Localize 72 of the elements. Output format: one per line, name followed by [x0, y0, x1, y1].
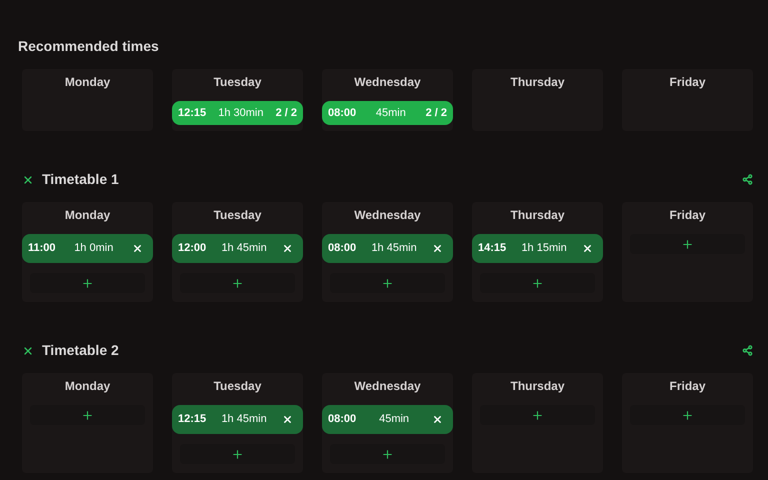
timetable-slot[interactable]: 14:15 1h 15min: [472, 234, 603, 263]
remove-slot-button[interactable]: [432, 243, 443, 254]
remove-slot-button[interactable]: [432, 414, 443, 425]
day-name: Wednesday: [353, 207, 422, 224]
slot-duration: 45min: [379, 412, 410, 428]
day-name: Wednesday: [353, 74, 422, 91]
day-name: Monday: [64, 74, 112, 91]
day-name: Friday: [668, 74, 706, 91]
plus-icon: [681, 408, 694, 422]
slot-time: 14:15: [478, 241, 506, 256]
timetable-slot[interactable]: 08:00 1h 45min: [322, 234, 453, 263]
remove-slot-button[interactable]: [282, 243, 293, 254]
slot-time: 08:00: [328, 412, 356, 428]
day-name: Monday: [64, 378, 112, 395]
slot-count: 2 / 2: [426, 106, 447, 121]
plus-icon: [531, 408, 544, 422]
timetable-title: Timetable 2: [42, 341, 119, 360]
slot-time: 12:15: [178, 412, 206, 428]
plus-icon: [381, 276, 394, 290]
share-button[interactable]: [742, 174, 753, 185]
day-name: Tuesday: [212, 74, 262, 91]
close-icon: [432, 414, 443, 425]
day-name: Friday: [668, 207, 706, 224]
day-name: Wednesday: [353, 378, 422, 395]
day-name: Thursday: [509, 378, 566, 395]
day-name: Thursday: [509, 207, 566, 224]
day-name: Monday: [64, 207, 112, 224]
day-name: Tuesday: [212, 207, 262, 224]
plus-icon: [231, 276, 244, 290]
slot-time: 11:00: [28, 241, 56, 256]
timetable-slot[interactable]: 11:00 1h 0min: [22, 234, 153, 263]
slot-time: 12:00: [178, 241, 206, 256]
close-icon: [582, 243, 593, 254]
share-icon: [742, 174, 753, 185]
plus-icon: [531, 276, 544, 290]
plus-icon: [681, 238, 694, 250]
remove-timetable-button[interactable]: [22, 344, 34, 356]
slot-duration: 1h 15min: [521, 241, 567, 256]
day-name: Thursday: [509, 74, 566, 91]
plus-icon: [231, 448, 244, 460]
day-name: Friday: [668, 378, 706, 395]
slot-duration: 1h 0min: [74, 241, 114, 256]
remove-timetable-button[interactable]: [22, 174, 34, 186]
slot-duration: 1h 45min: [221, 241, 267, 256]
remove-slot-button[interactable]: [582, 243, 593, 254]
remove-slot-button[interactable]: [132, 243, 143, 254]
close-icon: [282, 243, 293, 254]
timetable-slot[interactable]: 12:15 1h 45min: [172, 405, 303, 434]
slot-duration: 1h 45min: [371, 241, 417, 256]
close-icon: [432, 243, 443, 254]
plus-icon: [81, 408, 94, 422]
plus-icon: [381, 448, 394, 460]
slot-duration: 45min: [376, 106, 406, 121]
close-icon: [282, 414, 293, 425]
slot-time: 12:15: [178, 106, 206, 121]
timetable-slot[interactable]: 08:00 45min: [322, 405, 453, 434]
timetable-slot[interactable]: 12:00 1h 45min: [172, 234, 303, 263]
plus-icon: [81, 276, 94, 290]
slot-time: 08:00: [328, 106, 356, 121]
share-icon: [742, 345, 753, 356]
day-name: Tuesday: [212, 378, 262, 395]
close-icon: [132, 243, 143, 254]
share-button[interactable]: [742, 345, 753, 356]
slot-duration: 1h 30min: [218, 106, 264, 121]
close-icon: [22, 344, 34, 356]
section-title: Recommended times: [18, 37, 160, 56]
slot-duration: 1h 45min: [221, 412, 267, 428]
remove-slot-button[interactable]: [282, 414, 293, 425]
close-icon: [22, 174, 34, 186]
slot-count: 2 / 2: [276, 106, 297, 121]
slot-time: 08:00: [328, 241, 356, 256]
timetable-title: Timetable 1: [42, 170, 119, 189]
